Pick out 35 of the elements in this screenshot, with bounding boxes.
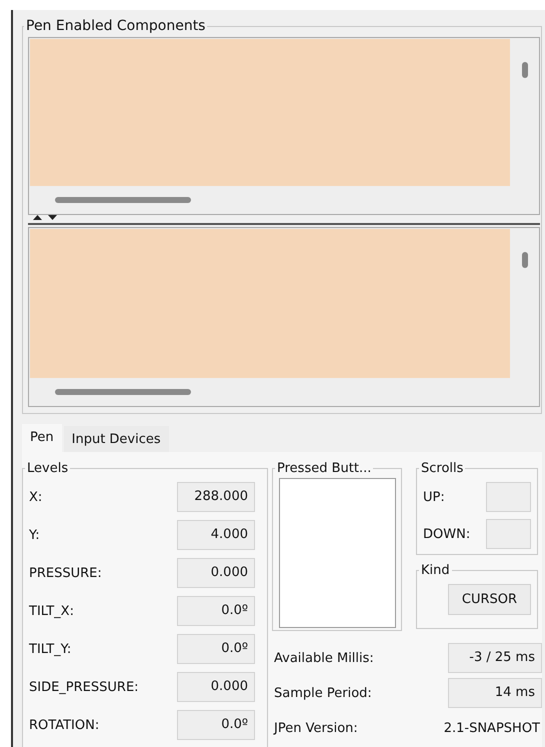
arrow-up-icon[interactable] [33, 215, 42, 220]
value-field: 0.000 [177, 558, 255, 588]
field-label: DOWN: [423, 526, 470, 542]
scrollbar-thumb[interactable] [522, 252, 528, 268]
value-field: 4.000 [177, 520, 255, 550]
value-field: 0.0º [177, 634, 255, 664]
scrollbar-thumb[interactable] [55, 389, 191, 395]
value-field: 0.000 [177, 672, 255, 702]
tab[interactable]: Pen [22, 424, 62, 452]
field-label: Available Millis: [274, 650, 374, 666]
field-label: Sample Period: [274, 686, 372, 700]
field-label: TILT_Y: [29, 642, 72, 656]
value-field: 288.000 [177, 482, 255, 512]
value-field: 14 ms [448, 678, 542, 708]
scrollbar-thumb[interactable] [522, 62, 528, 78]
kind-button[interactable]: CURSOR [448, 584, 531, 615]
value-field [486, 519, 531, 549]
field-label: Y: [29, 528, 40, 542]
field-label: JPen Version: [274, 720, 358, 736]
field-label: UP: [423, 490, 445, 504]
arrow-down-icon[interactable] [48, 215, 57, 220]
value-field: 0.0º [177, 710, 255, 740]
field-label: ROTATION: [29, 718, 100, 732]
value-field: 0.0º [177, 596, 255, 626]
field-label: TILT_X: [29, 604, 74, 618]
field-label: PRESSURE: [29, 566, 102, 580]
tab[interactable]: Input Devices [64, 426, 169, 452]
value-field [486, 482, 531, 512]
list-box[interactable] [279, 478, 396, 628]
group-title: Pen Enabled Components [24, 18, 208, 34]
value-text: 2.1-SNAPSHOT [444, 720, 541, 736]
value-field: -3 / 25 ms [448, 643, 542, 673]
scrollbar-thumb[interactable] [55, 197, 191, 203]
field-label: X: [29, 490, 42, 504]
field-label: SIDE_PRESSURE: [29, 680, 139, 694]
